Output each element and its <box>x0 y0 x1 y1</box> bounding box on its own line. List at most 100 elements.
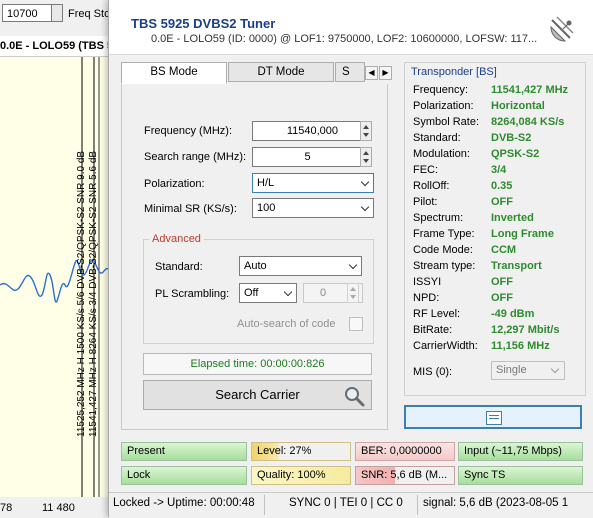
dialog-header: TBS 5925 DVBS2 Tuner 0.0E - LOLO59 (ID: … <box>109 0 593 55</box>
pl-code-spinner[interactable] <box>347 283 359 303</box>
search-range-spinner[interactable] <box>360 147 372 167</box>
pl-scrambling-label: PL Scrambling: <box>155 288 230 300</box>
search-carrier-label: Search Carrier <box>215 387 300 402</box>
marker-label: 11525,252 MHz H 1500 KS/s 5/6 DVB-S2/QPS… <box>76 150 87 437</box>
transponder-field-value: -49 dBm <box>491 308 535 320</box>
transponder-field-label: BitRate: <box>413 324 453 336</box>
present-indicator: Present <box>121 442 247 461</box>
spectrum-plot[interactable]: 11525,252 MHz H 1500 KS/s 5/6 DVB-S2/QPS… <box>0 57 110 497</box>
quality-indicator: Quality: 100% <box>251 466 351 485</box>
tab-scroll-left-icon[interactable]: ◀ <box>365 66 378 80</box>
tab-s-mode[interactable]: S <box>335 62 365 82</box>
transponder-field-label: CarrierWidth: <box>413 340 478 352</box>
pl-scrambling-select[interactable]: Off <box>239 283 297 303</box>
transponder-field-value: 8264,084 KS/s <box>491 116 565 128</box>
advanced-title: Advanced <box>149 233 204 245</box>
transponder-field-value: QPSK-S2 <box>491 148 540 160</box>
transponder-field-label: Stream type: <box>413 260 476 272</box>
status-divider <box>264 495 265 515</box>
mis-label: MIS (0): <box>413 366 453 378</box>
transponder-field-value: 11541,427 MHz <box>491 84 569 96</box>
dialog-title: TBS 5925 DVBS2 Tuner <box>131 16 276 31</box>
transponder-field-value: OFF <box>491 276 513 288</box>
polarization-select[interactable]: H/L <box>252 173 374 193</box>
transponder-field-label: Code Mode: <box>413 244 473 256</box>
transponder-field-value: Inverted <box>491 212 534 224</box>
ber-indicator: BER: 0,0000000 <box>355 442 455 461</box>
frequency-label: Frequency (MHz): <box>144 125 233 137</box>
minimal-sr-value: 100 <box>257 202 276 214</box>
tab-scroll-right-icon[interactable]: ▶ <box>379 66 392 80</box>
transponder-field-value: 12,297 Mbit/s <box>491 324 560 336</box>
sync-indicator: Sync TS <box>458 466 583 485</box>
mode-tabs: BS Mode DT Mode S ◀ ▶ <box>121 62 392 84</box>
start-frequency-spinner[interactable] <box>51 4 63 22</box>
signal-status: signal: 5,6 dB (2023-08-05 1 <box>423 497 569 509</box>
transponder-field-value: 11,156 MHz <box>491 340 550 352</box>
transponder-panel: Transponder [BS] Frequency: 11541,427 MHz… <box>404 62 586 396</box>
search-range-label: Search range (MHz): <box>144 151 247 163</box>
frequency-spinner[interactable] <box>360 121 372 141</box>
search-range-input[interactable]: 5 <box>252 147 363 167</box>
transponder-field-label: NPD: <box>413 292 440 304</box>
search-icon <box>345 387 365 407</box>
snr-indicator: SNR: 5,6 dB (M... <box>355 466 455 485</box>
list-icon <box>486 411 502 425</box>
tab-bs-mode[interactable]: BS Mode <box>121 62 227 84</box>
chevron-down-icon <box>550 364 560 374</box>
status-divider <box>417 495 418 515</box>
x-tick-label: 11 480 <box>42 502 75 514</box>
transponder-field-value: CCM <box>491 244 517 256</box>
tab-dt-mode[interactable]: DT Mode <box>228 62 334 82</box>
transponder-field-label: Standard: <box>413 132 461 144</box>
transponder-field-label: Symbol Rate: <box>413 116 480 128</box>
chevron-down-icon <box>360 177 370 187</box>
transponder-field-value: OFF <box>491 196 513 208</box>
transponder-title: Transponder [BS] <box>411 66 497 78</box>
search-carrier-button[interactable]: Search Carrier <box>143 380 372 410</box>
auto-search-checkbox[interactable] <box>349 317 363 331</box>
transponder-field-label: ISSYI <box>413 276 442 288</box>
marker-label: 11541,427 MHz H 8264 KS/s 3/4 DVB-S2/QPS… <box>88 150 99 437</box>
transponder-list-button[interactable] <box>404 405 582 429</box>
freq-step-label: Freq Sto <box>68 8 111 20</box>
transponder-field-label: Spectrum: <box>413 212 464 224</box>
transponder-field-value: 3/4 <box>491 164 507 176</box>
transponder-field-label: FEC: <box>413 164 439 176</box>
standard-label: Standard: <box>155 261 203 273</box>
x-axis: 78 11 480 <box>0 498 110 517</box>
lock-uptime-status: Locked -> Uptime: 00:00:48 <box>113 497 255 509</box>
transponder-field-label: RF Level: <box>413 308 461 320</box>
auto-search-label: Auto-search of code <box>237 318 336 330</box>
chevron-down-icon <box>348 260 358 270</box>
standard-value: Auto <box>244 260 267 272</box>
x-tick-label: 78 <box>0 502 13 514</box>
satellite-dish-icon <box>550 16 574 42</box>
level-indicator: Level: 27% <box>251 442 351 461</box>
transponder-field-value: DVB-S2 <box>491 132 532 144</box>
transponder-field-value: Long Frame <box>491 228 554 240</box>
spectrum-toolbar: 10700 Freq Sto <box>0 0 115 30</box>
transponder-field-label: Modulation: <box>413 148 470 160</box>
dialog-subtitle: 0.0E - LOLO59 (ID: 0000) @ LOF1: 9750000… <box>151 33 538 45</box>
transponder-field-label: RollOff: <box>413 180 450 192</box>
standard-select[interactable]: Auto <box>239 256 362 276</box>
transponder-field-label: Pilot: <box>413 196 438 208</box>
start-frequency-input[interactable]: 10700 <box>2 4 52 22</box>
transponder-field-value: 0.35 <box>491 180 513 192</box>
input-indicator: Input (~11,75 Mbps) <box>458 442 583 461</box>
lock-indicator: Lock <box>121 466 247 485</box>
minimal-sr-select[interactable]: 100 <box>252 198 374 218</box>
chevron-down-icon <box>360 202 370 212</box>
transponder-field-value: Horizontal <box>491 100 545 112</box>
transponder-field-label: Polarization: <box>413 100 474 112</box>
frequency-input[interactable]: 11540,000 <box>252 121 363 141</box>
tuner-dialog: TBS 5925 DVBS2 Tuner 0.0E - LOLO59 (ID: … <box>108 0 593 518</box>
status-bar: Locked -> Uptime: 00:00:48 SYNC 0 | TEI … <box>109 492 593 518</box>
transponder-field-value: Transport <box>491 260 542 272</box>
polarization-label: Polarization: <box>144 178 205 190</box>
transponder-field-label: Frequency: <box>413 84 469 96</box>
transponder-field-value: OFF <box>491 292 513 304</box>
mis-select[interactable]: Single <box>491 361 565 380</box>
chevron-down-icon <box>283 287 293 297</box>
